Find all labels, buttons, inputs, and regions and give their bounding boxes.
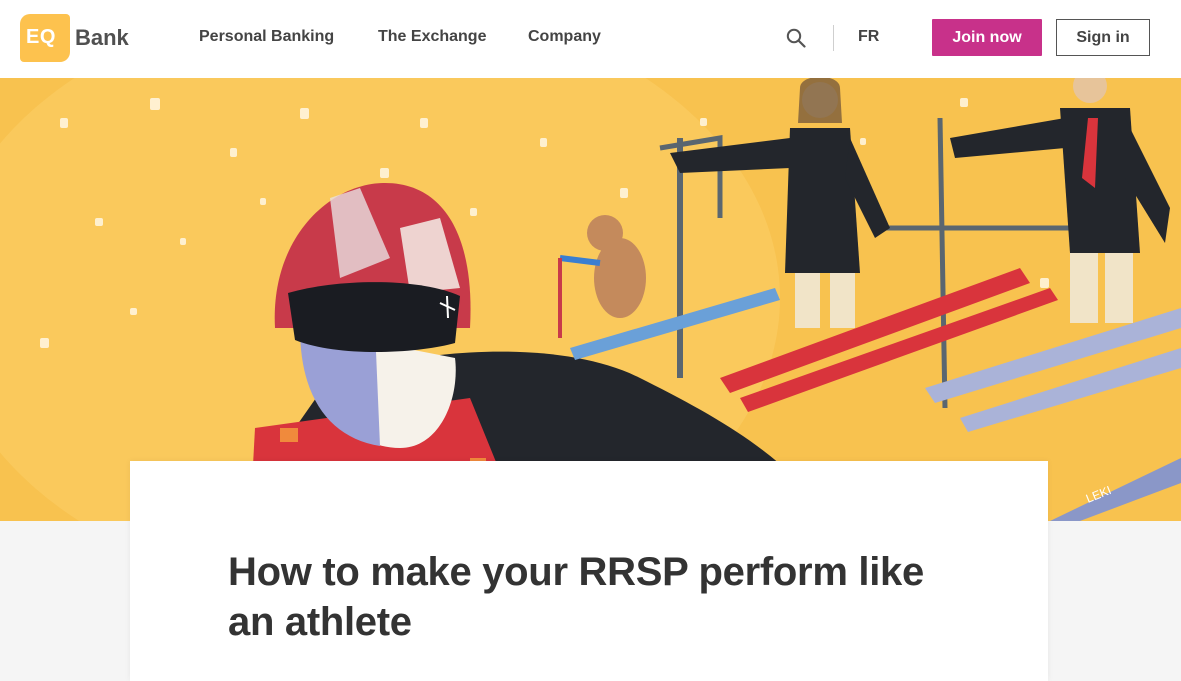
logo-wordmark: Bank (75, 25, 129, 50)
nav-personal-banking[interactable]: Personal Banking (199, 28, 334, 46)
ski-scene-illustration: LEKI (0, 78, 1181, 521)
join-now-button[interactable]: Join now (932, 19, 1042, 56)
article-title: How to make your RRSP perform like an at… (228, 550, 924, 644)
hero-illustration: LEKI (0, 78, 1181, 521)
article-card: How to make your RRSP perform like an at… (130, 461, 1048, 681)
nav-company[interactable]: Company (528, 28, 601, 46)
language-toggle[interactable]: FR (858, 28, 879, 46)
site-header: EQ Bank Personal Banking The Exchange Co… (0, 0, 1181, 78)
sign-in-button[interactable]: Sign in (1056, 19, 1150, 56)
logo-badge-text: EQ (26, 26, 56, 48)
eq-bank-logo[interactable]: EQ Bank (20, 14, 150, 64)
search-icon[interactable] (786, 28, 806, 48)
header-divider (833, 25, 834, 51)
nav-the-exchange[interactable]: The Exchange (378, 28, 486, 46)
